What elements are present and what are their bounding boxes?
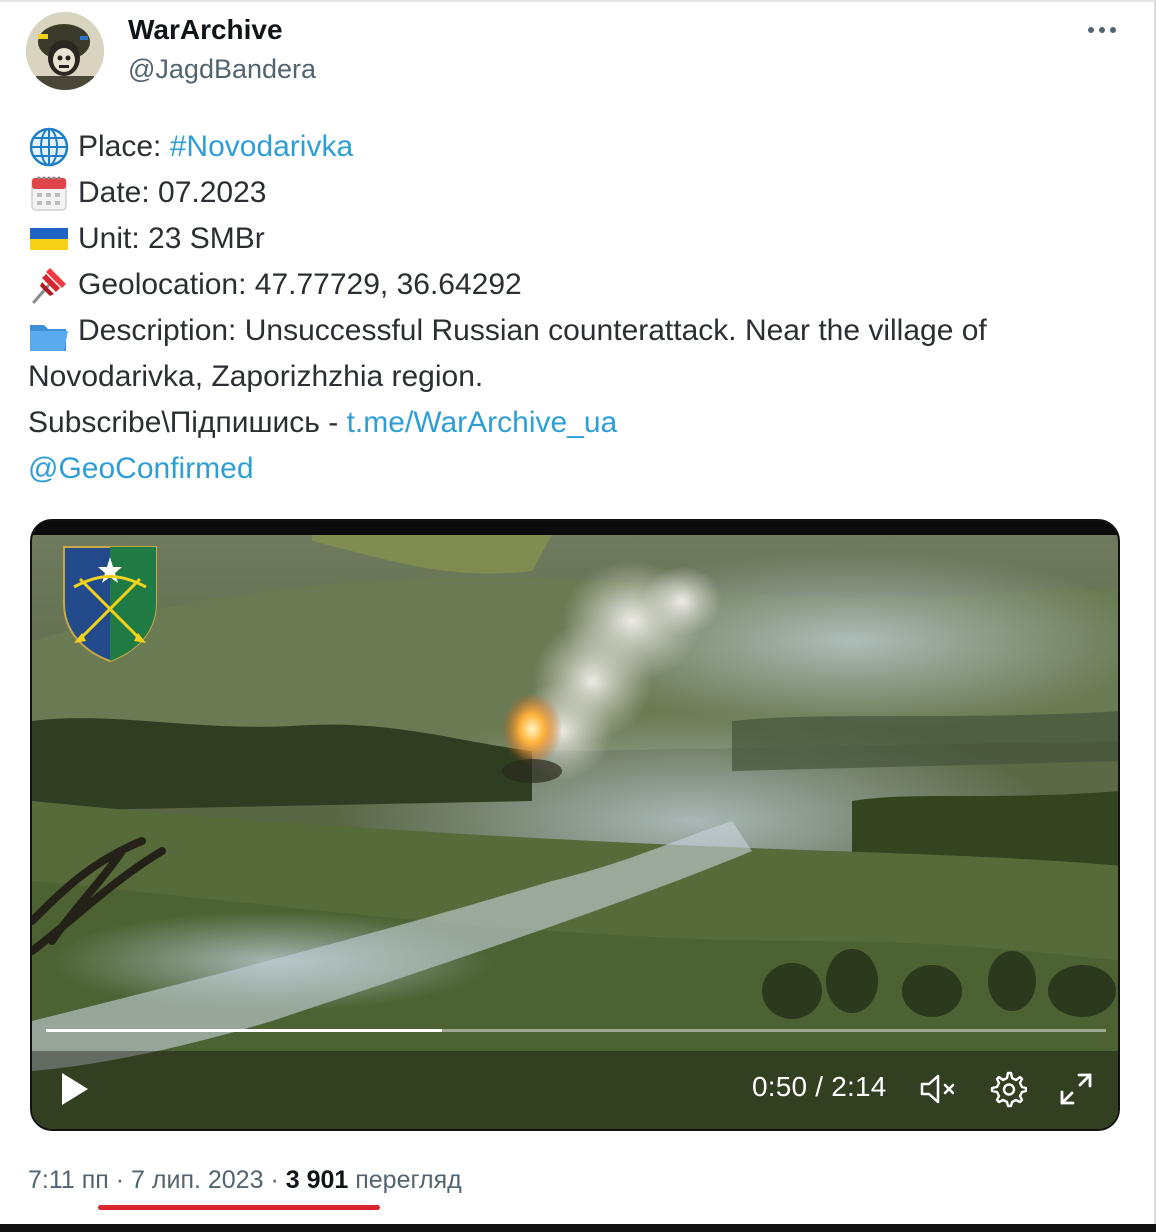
- description-text: Description: Unsuccessful Russian counte…: [28, 314, 987, 393]
- more-options-button[interactable]: [1082, 16, 1122, 44]
- play-icon[interactable]: [58, 1069, 92, 1109]
- brigade-emblem: [63, 546, 157, 663]
- date-line: Date: 07.2023: [28, 170, 1128, 216]
- view-count: 3 901: [285, 1166, 349, 1194]
- fullscreen-button[interactable]: [1054, 1069, 1098, 1109]
- fullscreen-icon: [1060, 1073, 1092, 1105]
- video-frame: [32, 521, 1118, 1129]
- geolocation-line: Geolocation: 47.77729, 36.64292: [28, 262, 1128, 308]
- geolocation-text: Geolocation: 47.77729, 36.64292: [78, 268, 522, 301]
- mention-line: @GeoConfirmed: [28, 446, 1128, 492]
- place-hashtag-link[interactable]: #Novodarivka: [170, 124, 353, 170]
- settings-gear-icon: [990, 1071, 1027, 1108]
- video-progress-bar[interactable]: [46, 1029, 1106, 1032]
- video-time: 0:50 / 2:14: [752, 1071, 887, 1102]
- date-text: Date: 07.2023: [78, 176, 267, 209]
- video-player[interactable]: 0:50 / 2:14: [30, 519, 1120, 1131]
- settings-button[interactable]: [986, 1069, 1030, 1109]
- post-date[interactable]: 7 лип. 2023: [131, 1166, 263, 1194]
- globe-icon: [29, 127, 69, 167]
- meta-separator: ·: [108, 1166, 132, 1194]
- unit-text: Unit: 23 SMBr: [78, 222, 265, 255]
- author-avatar[interactable]: [26, 12, 104, 90]
- volume-muted-icon: [920, 1074, 955, 1104]
- meta-separator-2: ·: [263, 1166, 286, 1194]
- telegram-link[interactable]: t.me/WarArchive_ua: [347, 400, 618, 446]
- tweet-meta: 7:11 пп · 7 лип. 2023 · 3 901 перегляд: [28, 1166, 462, 1195]
- bottom-edge: [0, 1224, 1156, 1232]
- pushpin-icon: [32, 268, 66, 304]
- subscribe-line: Subscribe\Підпишись - t.me/WarArchive_ua: [28, 400, 1128, 446]
- calendar-icon: [31, 176, 67, 211]
- red-underline-annotation: [98, 1205, 380, 1210]
- mute-button[interactable]: [916, 1069, 960, 1109]
- place-label: Place:: [78, 130, 170, 163]
- description-line: Description: Unsuccessful Russian counte…: [28, 308, 1128, 400]
- more-horizontal-icon: [1088, 27, 1116, 33]
- view-label: перегляд: [348, 1166, 462, 1194]
- tweet-text: Place: #Novodarivka Date: 07.2023 Unit: …: [28, 124, 1128, 492]
- author-handle[interactable]: @JagdBandera: [128, 54, 316, 85]
- video-progress-fill: [46, 1029, 443, 1032]
- post-time[interactable]: 7:11 пп: [28, 1166, 109, 1194]
- folder-icon: [30, 325, 68, 352]
- geoconfirmed-mention-link[interactable]: @GeoConfirmed: [28, 446, 254, 492]
- author-name[interactable]: WarArchive: [128, 14, 283, 46]
- subscribe-label: Subscribe\Підпишись -: [28, 406, 347, 439]
- ukraine-flag-icon: [30, 228, 68, 250]
- place-line: Place: #Novodarivka: [28, 124, 1128, 170]
- unit-line: Unit: 23 SMBr: [28, 216, 1128, 262]
